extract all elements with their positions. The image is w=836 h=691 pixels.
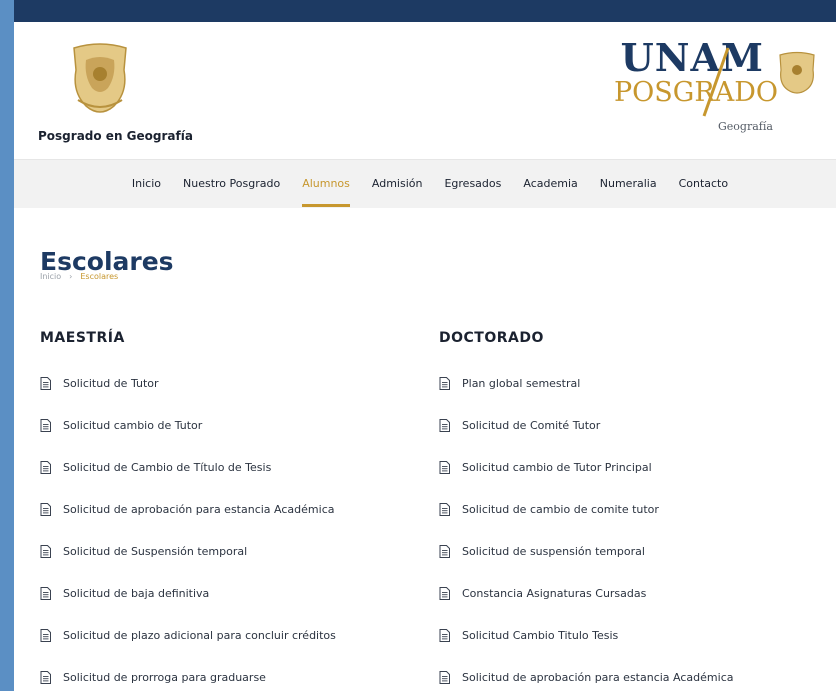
document-link[interactable]: Solicitud de aprobación para estancia Ac… [439,656,829,691]
nav-item-numeralia[interactable]: Numeralia [600,160,657,208]
document-icon [439,586,450,600]
document-link[interactable]: Solicitud de Tutor [40,362,430,404]
document-icon [439,670,450,684]
nav-item-inicio[interactable]: Inicio [132,160,161,208]
brand-bottom-text: POSGRADO [614,77,778,108]
site-header: Posgrado en Geografía UNAM POSGRADO Geog… [14,22,836,160]
breadcrumb: Inicio › Escolares [40,272,118,281]
top-bar [14,0,836,22]
document-link[interactable]: Solicitud de baja definitiva [40,572,430,614]
document-icon [40,670,51,684]
main-navigation: Inicio Nuestro Posgrado Alumnos Admisión… [14,160,836,208]
document-link[interactable]: Solicitud de prorroga para graduarse [40,656,430,691]
nav-item-admision[interactable]: Admisión [372,160,423,208]
maestria-column: MAESTRÍA Solicitud de Tutor Solicitud cam… [40,330,430,691]
document-link-label: Solicitud de aprobación para estancia Ac… [63,502,335,516]
document-link-label: Solicitud de prorroga para graduarse [63,670,266,684]
unam-posgrado-logo[interactable]: UNAM POSGRADO Geografía [614,38,826,148]
document-icon [40,376,51,390]
document-link-label: Solicitud de cambio de comite tutor [462,502,659,516]
document-link-label: Plan global semestral [462,376,581,390]
document-icon [40,502,51,516]
site-name[interactable]: Posgrado en Geografía [38,129,193,143]
document-link-label: Solicitud de aprobación para estancia Ac… [462,670,734,684]
document-link[interactable]: Solicitud Cambio Titulo Tesis [439,614,829,656]
document-link-label: Solicitud de suspensión temporal [462,544,645,558]
nav-item-contacto[interactable]: Contacto [679,160,729,208]
document-link-label: Solicitud de Tutor [63,376,159,390]
document-icon [40,586,51,600]
document-link[interactable]: Plan global semestral [439,362,829,404]
document-link[interactable]: Solicitud de cambio de comite tutor [439,488,829,530]
document-icon [439,418,450,432]
nav-item-academia[interactable]: Academia [523,160,577,208]
document-icon [40,544,51,558]
document-link[interactable]: Constancia Asignaturas Cursadas [439,572,829,614]
document-link[interactable]: Solicitud cambio de Tutor [40,404,430,446]
nav-item-alumnos[interactable]: Alumnos [302,160,350,208]
document-link[interactable]: Solicitud de Comité Tutor [439,404,829,446]
document-link[interactable]: Solicitud de Cambio de Título de Tesis [40,446,430,488]
document-icon [439,376,450,390]
document-icon [439,460,450,474]
document-icon [40,628,51,642]
document-icon [439,628,450,642]
document-link[interactable]: Solicitud de plazo adicional para conclu… [40,614,430,656]
doctorado-list: Plan global semestral Solicitud de Comité… [439,362,829,691]
breadcrumb-current: Escolares [80,272,119,281]
document-link-label: Solicitud de plazo adicional para conclu… [63,628,336,642]
document-link-label: Solicitud de Suspensión temporal [63,544,248,558]
document-icon [439,544,450,558]
document-link-label: Solicitud de Comité Tutor [462,418,601,432]
nav-item-egresados[interactable]: Egresados [444,160,501,208]
crest-icon[interactable] [64,40,136,118]
document-link-label: Solicitud de Cambio de Título de Tesis [63,460,272,474]
breadcrumb-separator: › [69,272,73,281]
document-icon [439,502,450,516]
document-link[interactable]: Solicitud de aprobación para estancia Ac… [40,488,430,530]
doctorado-column: DOCTORADO Plan global semestral Solicitud… [439,330,829,691]
maestria-list: Solicitud de Tutor Solicitud cambio de Tu… [40,362,430,691]
document-link-label: Solicitud Cambio Titulo Tesis [462,628,619,642]
maestria-heading: MAESTRÍA [40,330,125,346]
breadcrumb-home-link[interactable]: Inicio [40,272,61,281]
brand-sub-text: Geografía [718,120,773,133]
nav-item-nuestro-posgrado[interactable]: Nuestro Posgrado [183,160,280,208]
document-link-label: Solicitud cambio de Tutor Principal [462,460,652,474]
document-link-label: Constancia Asignaturas Cursadas [462,586,647,600]
document-icon [40,418,51,432]
document-icon [40,460,51,474]
doctorado-heading: DOCTORADO [439,330,544,346]
document-link[interactable]: Solicitud cambio de Tutor Principal [439,446,829,488]
brand-top-text: UNAM [620,35,764,80]
crest-small-icon [779,51,815,94]
page-frame: Posgrado en Geografía UNAM POSGRADO Geog… [14,0,836,691]
document-link-label: Solicitud de baja definitiva [63,586,210,600]
document-link[interactable]: Solicitud de suspensión temporal [439,530,829,572]
document-link[interactable]: Solicitud de Suspensión temporal [40,530,430,572]
document-link-label: Solicitud cambio de Tutor [63,418,203,432]
